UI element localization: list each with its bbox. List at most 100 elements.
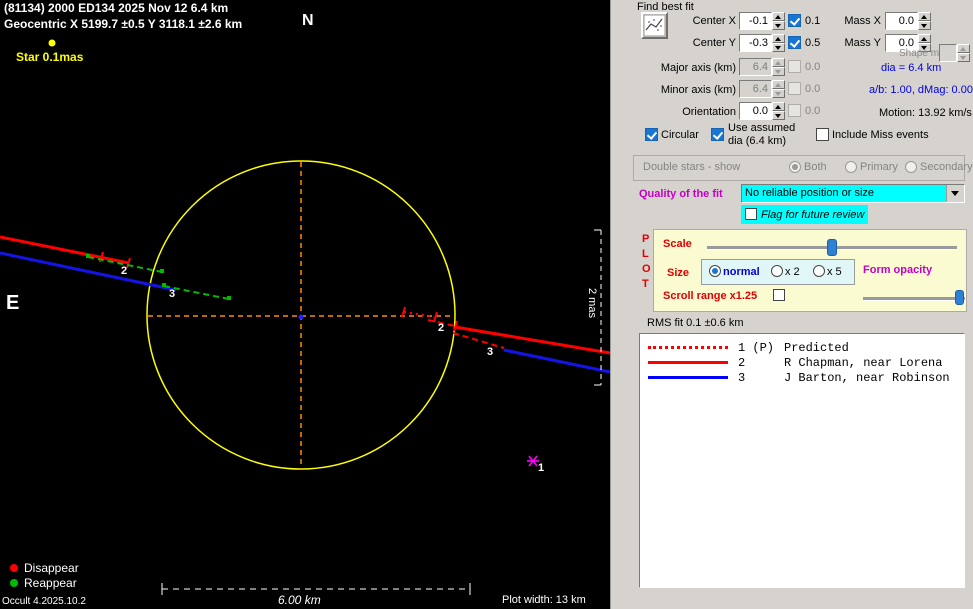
plot-letter-t: T <box>642 278 649 290</box>
double-secondary-label: Secondary <box>920 161 973 173</box>
quality-label: Quality of the fit <box>639 188 723 200</box>
size-x5-label: x 5 <box>827 266 842 278</box>
scale-bar-label: 6.00 km <box>278 593 321 607</box>
flag-review-checkbox[interactable] <box>745 208 757 220</box>
reappear-marker-4 <box>227 296 231 300</box>
app-version-label: Occult 4.2025.10.2 <box>2 596 86 607</box>
center-y-input[interactable]: -0.3 <box>739 34 772 52</box>
scale-slider-thumb[interactable] <box>827 239 837 256</box>
legend-reappear-label: Reappear <box>24 576 77 590</box>
step-y-label: 0.5 <box>805 37 821 49</box>
reappear-marker-2 <box>160 269 164 273</box>
legend-num: 1 (P) <box>738 340 775 355</box>
size-normal-radio[interactable] <box>709 265 721 277</box>
chord-2-left-line <box>0 235 130 265</box>
use-assumed-dia-checkbox[interactable] <box>711 128 724 141</box>
dropdown-arrow-icon[interactable] <box>946 185 964 202</box>
diameter-readout: dia = 6.4 km <box>881 62 942 74</box>
mass-x-spinner[interactable] <box>918 12 931 30</box>
orientation-step-label: 0.0 <box>805 105 821 117</box>
scroll-range-checkbox[interactable] <box>773 289 785 301</box>
plot-title-line2: Geocentric X 5199.7 ±0.5 Y 3118.1 ±2.6 k… <box>4 17 243 31</box>
chord-3-right-line <box>503 348 611 374</box>
scale-label: Scale <box>663 238 692 250</box>
legend-disappear-label: Disappear <box>24 561 79 575</box>
step-x-checkbox[interactable] <box>788 14 801 27</box>
flag-review-label: Flag for future review <box>761 208 865 221</box>
east-label: E <box>6 292 20 314</box>
minor-axis-input: 6.4 <box>739 80 772 98</box>
step-x-label: 0.1 <box>805 15 821 27</box>
plot-title-line1: (81134) 2000 ED134 2025 Nov 12 6.4 km <box>4 1 229 15</box>
plot-canvas <box>0 39 611 595</box>
opacity-slider-track[interactable] <box>863 297 965 301</box>
plot-width-label: Plot width: 13 km <box>502 594 586 606</box>
mass-y-label: Mass Y <box>844 37 881 49</box>
chord-3-left-line <box>0 251 177 292</box>
star-size-label: Star 0.1mas <box>16 50 84 64</box>
plot-letter-p: P <box>642 233 650 245</box>
chord2-line-sample-icon <box>648 361 728 364</box>
major-axis-label: Major axis (km) <box>660 62 736 74</box>
size-x5-radio[interactable] <box>813 265 825 277</box>
fit-control-panel: Find best fit Center X -0.1 0.1 Mass X 0… <box>610 0 973 609</box>
double-primary-label: Primary <box>860 161 898 173</box>
chord-3-left-label: 3 <box>169 288 176 300</box>
major-step-label: 0.0 <box>805 61 821 73</box>
flag-review-container: Flag for future review <box>741 205 869 224</box>
occult-app-window: (81134) 2000 ED134 2025 Nov 12 6.4 km Ge… <box>0 0 973 609</box>
plot-letter-o: O <box>642 263 651 275</box>
predicted-line-sample-icon <box>648 346 728 349</box>
center-x-spinner[interactable] <box>772 12 785 30</box>
list-item[interactable]: 1 (P) Predicted <box>640 340 964 355</box>
plot-letter-l: L <box>642 248 649 260</box>
quality-value: No reliable position or size <box>745 187 875 199</box>
circular-label: Circular <box>661 129 699 141</box>
center-x-label: Center X <box>692 15 736 27</box>
minor-step-label: 0.0 <box>805 83 821 95</box>
chord-2-right-line <box>454 325 611 355</box>
scroll-range-label: Scroll range x1.25 <box>663 290 758 302</box>
chord3-line-sample-icon <box>648 376 728 379</box>
observer-legend-list[interactable]: 1 (P) Predicted 2 R Chapman, near Lorena… <box>639 333 965 588</box>
double-stars-label: Double stars - show <box>643 161 741 173</box>
quality-dropdown[interactable]: No reliable position or size <box>741 184 965 203</box>
shape-model-spinner <box>957 44 970 62</box>
center-y-spinner[interactable] <box>772 34 785 52</box>
motion-readout: Motion: 13.92 km/s <box>879 107 972 119</box>
circular-checkbox[interactable] <box>645 128 658 141</box>
double-secondary-radio <box>905 161 917 173</box>
find-best-fit-button[interactable] <box>641 12 668 39</box>
size-normal-label: normal <box>723 266 760 278</box>
rms-fit-label: RMS fit 0.1 ±0.6 km <box>647 317 744 329</box>
chord-3-right-label: 3 <box>487 346 494 358</box>
step-y-checkbox[interactable] <box>788 36 801 49</box>
orientation-input[interactable]: 0.0 <box>739 102 772 120</box>
reappear-dot-icon <box>10 579 18 587</box>
minor-axis-label: Minor axis (km) <box>660 84 736 96</box>
minor-step-checkbox <box>788 82 801 95</box>
axis-ratio-readout: a/b: 1.00, dMag: 0.00 <box>869 84 973 96</box>
star-size-dot <box>48 39 56 47</box>
chord-2-left-label: 2 <box>121 265 128 277</box>
list-item[interactable]: 2 R Chapman, near Lorena <box>640 355 964 370</box>
orientation-step-checkbox <box>788 104 801 117</box>
double-both-radio <box>789 161 801 173</box>
list-item[interactable]: 3 J Barton, near Robinson <box>640 370 964 385</box>
fit-plot-icon <box>643 14 666 37</box>
major-step-checkbox <box>788 60 801 73</box>
include-miss-checkbox[interactable] <box>816 128 829 141</box>
mas-scale-label: 2 mas <box>586 288 598 318</box>
opacity-slider-thumb[interactable] <box>955 290 964 305</box>
predicted-tick2 <box>433 311 438 323</box>
center-x-input[interactable]: -0.1 <box>739 12 772 30</box>
legend-num: 3 <box>738 370 746 385</box>
legend-name: J Barton, near Robinson <box>784 370 950 385</box>
double-both-label: Both <box>804 161 827 173</box>
minor-axis-spinner <box>772 80 785 98</box>
orientation-spinner[interactable] <box>772 102 785 120</box>
major-axis-input: 6.4 <box>739 58 772 76</box>
size-x2-radio[interactable] <box>771 265 783 277</box>
mass-x-input[interactable]: 0.0 <box>885 12 918 30</box>
shape-model-input <box>939 44 957 62</box>
